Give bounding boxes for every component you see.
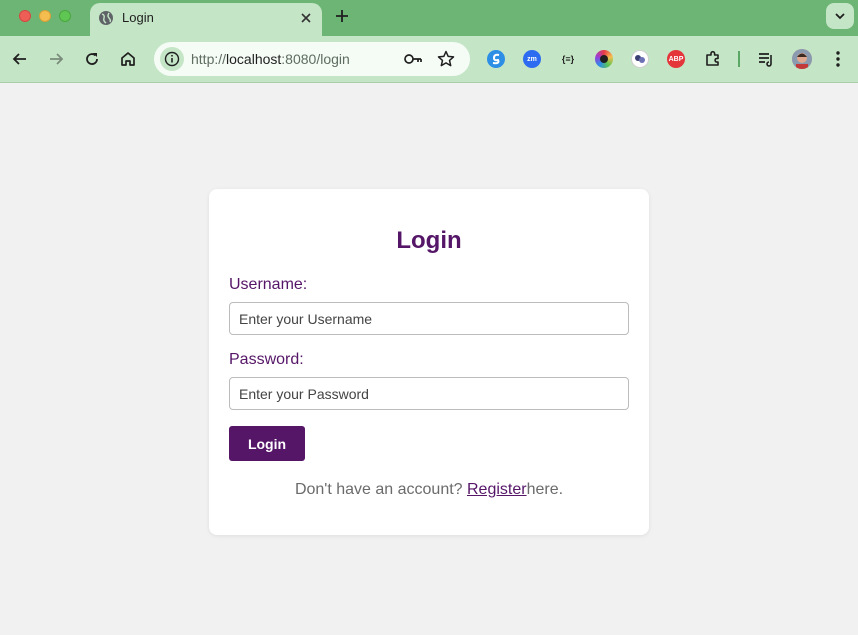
json-formatter-icon[interactable]: {≡} [559, 50, 577, 68]
username-label: Username: [229, 276, 308, 293]
url-host: localhost [226, 51, 282, 67]
login-heading: Login [396, 227, 462, 254]
register-prompt: Don't have an account? Registerhere. [209, 481, 649, 499]
maximize-window-button[interactable] [59, 10, 71, 22]
extensions-puzzle-icon[interactable] [703, 49, 723, 69]
login-card: Login Username: Password: Login Don't ha… [209, 189, 649, 535]
swirl-icon [492, 53, 500, 65]
password-label: Password: [229, 351, 304, 368]
register-link[interactable]: Register [467, 481, 527, 498]
globe-icon [99, 11, 113, 25]
username-input[interactable] [229, 302, 629, 335]
forward-arrow-icon[interactable] [46, 49, 66, 69]
profile-avatar[interactable] [792, 49, 812, 69]
address-bar[interactable]: http://localhost:8080/login [154, 42, 470, 76]
avatar-face-icon [792, 49, 812, 69]
back-arrow-icon[interactable] [10, 49, 30, 69]
color-picker-center [600, 55, 608, 63]
adblock-plus-label: ABP [668, 55, 684, 63]
reload-icon[interactable] [82, 49, 102, 69]
site-info-button[interactable] [160, 47, 184, 71]
json-formatter-label: {≡} [561, 54, 575, 64]
browser-toolbar: http://localhost:8080/login zm {≡} ABP [0, 36, 858, 83]
toolbar-separator [738, 51, 740, 67]
reading-list-icon[interactable] [756, 49, 776, 69]
adblock-plus-icon[interactable]: ABP [667, 50, 685, 68]
close-window-button[interactable] [19, 10, 31, 22]
minimize-window-button[interactable] [39, 10, 51, 22]
password-input[interactable] [229, 377, 629, 410]
password-key-icon[interactable] [403, 50, 423, 68]
color-picker-extension-icon[interactable] [595, 50, 613, 68]
chatgpt-extension-icon[interactable] [631, 50, 649, 68]
browser-titlebar: Login [0, 0, 858, 36]
home-icon[interactable] [118, 49, 138, 69]
zoom-extension-label: zm [527, 55, 537, 63]
url-text: http://localhost:8080/login [191, 51, 350, 67]
login-button[interactable]: Login [229, 426, 305, 461]
tab-title: Login [122, 10, 154, 25]
url-scheme: http:// [191, 51, 227, 67]
new-tab-icon[interactable] [333, 7, 351, 25]
browser-tab-active[interactable]: Login [90, 3, 322, 36]
info-icon [164, 51, 180, 67]
more-menu-icon[interactable] [828, 49, 848, 69]
url-path: :8080/login [281, 51, 350, 67]
register-prompt-suffix: here. [526, 481, 564, 498]
bookmark-star-icon[interactable] [436, 49, 456, 69]
register-prompt-prefix: Don't have an account? [294, 481, 467, 498]
chevron-down-icon [835, 13, 845, 20]
chat-face-icon [635, 55, 645, 63]
shortcut-extension-icon[interactable] [487, 50, 505, 68]
tab-search-button[interactable] [826, 3, 854, 29]
zoom-extension-icon[interactable]: zm [523, 50, 541, 68]
close-tab-icon[interactable] [298, 10, 314, 26]
